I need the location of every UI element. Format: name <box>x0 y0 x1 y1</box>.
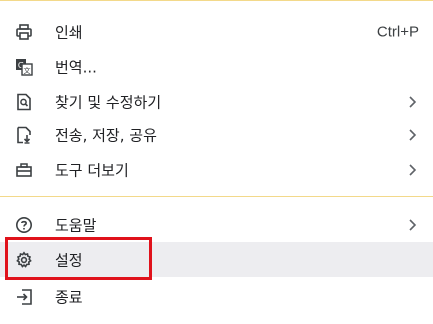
menu-item-cast-save-share[interactable]: 전송, 저장, 공유 <box>0 117 433 152</box>
menu-item-help[interactable]: 도움말 <box>0 207 433 242</box>
menu-item-print[interactable]: 인쇄 Ctrl+P <box>0 14 433 49</box>
menu-divider <box>0 196 433 197</box>
menu-item-find-and-edit[interactable]: 찾기 및 수정하기 <box>0 84 433 119</box>
help-icon <box>14 215 34 235</box>
gear-icon <box>14 250 34 270</box>
chevron-right-icon <box>405 218 419 232</box>
exit-icon <box>14 287 34 307</box>
menu-item-exit[interactable]: 종료 <box>0 279 433 314</box>
toolbox-icon <box>14 160 34 180</box>
chevron-right-icon <box>405 163 419 177</box>
svg-text:文: 文 <box>24 66 31 75</box>
menu-item-label: 인쇄 <box>55 23 83 41</box>
menu-item-label: 번역... <box>55 58 97 76</box>
printer-icon <box>14 22 34 42</box>
menu-item-label: 도움말 <box>55 216 97 234</box>
chevron-right-icon <box>405 128 419 142</box>
translate-icon: G 文 <box>14 57 34 77</box>
menu-item-more-tools[interactable]: 도구 더보기 <box>0 152 433 187</box>
chevron-right-icon <box>405 95 419 109</box>
find-page-icon <box>14 92 34 112</box>
shortcut-label: Ctrl+P <box>376 23 419 40</box>
menu-item-label: 전송, 저장, 공유 <box>55 126 157 144</box>
menu-item-translate[interactable]: G 文 번역... <box>0 49 433 84</box>
top-divider <box>0 0 433 1</box>
menu-item-label: 종료 <box>55 288 83 306</box>
menu-item-settings[interactable]: 설정 <box>0 242 433 277</box>
menu-item-label: 설정 <box>55 251 83 269</box>
menu-item-label: 도구 더보기 <box>55 161 129 179</box>
menu-item-label: 찾기 및 수정하기 <box>55 93 162 111</box>
file-download-icon <box>14 125 34 145</box>
